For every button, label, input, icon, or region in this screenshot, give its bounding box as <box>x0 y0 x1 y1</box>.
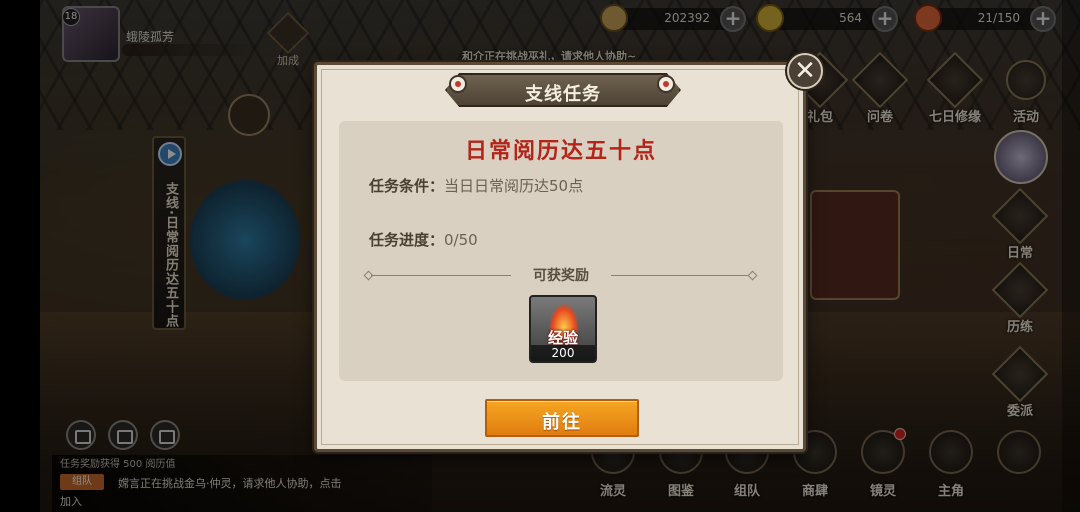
close-icon: ✕ <box>794 56 816 86</box>
divider-right <box>611 275 751 276</box>
progress-label: 任务进度： <box>369 231 445 249</box>
condition-value: 当日日常阅历达50点 <box>444 177 584 195</box>
title-right-ornament-icon <box>657 75 675 93</box>
go-button[interactable]: 前往 <box>485 399 639 437</box>
quest-content-panel: 日常阅历达五十点 任务条件：当日日常阅历达50点 任务进度：0/50 可获奖励 … <box>339 121 783 381</box>
quest-condition-row: 任务条件：当日日常阅历达50点 <box>369 175 583 196</box>
dialog-title-ribbon: 支线任务 <box>445 73 681 107</box>
close-button[interactable]: ✕ <box>787 53 823 89</box>
quest-name: 日常阅历达五十点 <box>464 139 657 164</box>
reward-count: 200 <box>531 345 595 361</box>
go-button-label: 前往 <box>542 412 582 433</box>
dialog-title: 支线任务 <box>525 84 601 105</box>
title-left-ornament-icon <box>449 75 467 93</box>
reward-item-exp[interactable]: 经验 200 <box>529 295 597 363</box>
quest-progress-row: 任务进度：0/50 <box>369 229 478 250</box>
progress-value: 0/50 <box>444 231 478 249</box>
side-quest-dialog: 支线任务 ✕ 日常阅历达五十点 任务条件：当日日常阅历达50点 任务进度：0/5… <box>314 53 823 452</box>
condition-label: 任务条件： <box>369 177 445 195</box>
